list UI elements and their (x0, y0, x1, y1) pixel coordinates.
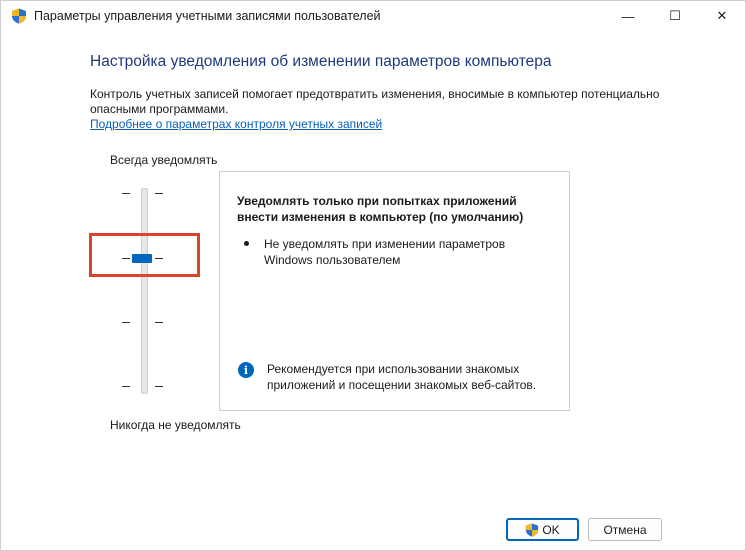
slider-tick (155, 322, 163, 323)
uac-shield-icon (526, 522, 539, 537)
slider-tick (155, 386, 163, 387)
page-title: Настройка уведомления об изменении парам… (90, 53, 552, 70)
uac-settings-window: Параметры управления учетными записями п… (0, 0, 746, 551)
info-icon: i (238, 362, 254, 378)
slider-bottom-label: Никогда не уведомлять (110, 418, 241, 432)
setting-description-panel: Уведомлять только при попытках приложени… (219, 171, 570, 411)
slider-tick (122, 322, 130, 323)
slider-tick (122, 193, 130, 194)
description-text: Контроль учетных записей помогает предот… (90, 87, 660, 116)
slider-top-label: Всегда уведомлять (110, 153, 218, 167)
bullet-icon (244, 241, 249, 246)
close-button[interactable]: ✕ (699, 1, 745, 31)
slider-tick (155, 193, 163, 194)
notification-slider-track[interactable] (141, 188, 148, 394)
bullet-text: Не уведомлять при изменении параметров W… (264, 237, 506, 267)
ok-button-label: OK (542, 522, 560, 537)
uac-shield-icon (12, 8, 26, 24)
maximize-button[interactable]: ☐ (652, 1, 698, 31)
minimize-button[interactable]: — (605, 1, 651, 31)
ok-button[interactable]: OK (506, 518, 579, 541)
recommendation-text: Рекомендуется при использовании знакомых… (267, 362, 537, 392)
panel-title: Уведомлять только при попытках приложени… (237, 194, 524, 224)
cancel-button-label: Отмена (603, 522, 647, 537)
slider-highlight-box (89, 233, 200, 277)
cancel-button[interactable]: Отмена (588, 518, 662, 541)
title-bar: Параметры управления учетными записями п… (1, 1, 745, 31)
learn-more-link[interactable]: Подробнее о параметрах контроля учетных … (90, 117, 382, 131)
slider-tick (122, 386, 130, 387)
window-title: Параметры управления учетными записями п… (34, 9, 381, 23)
